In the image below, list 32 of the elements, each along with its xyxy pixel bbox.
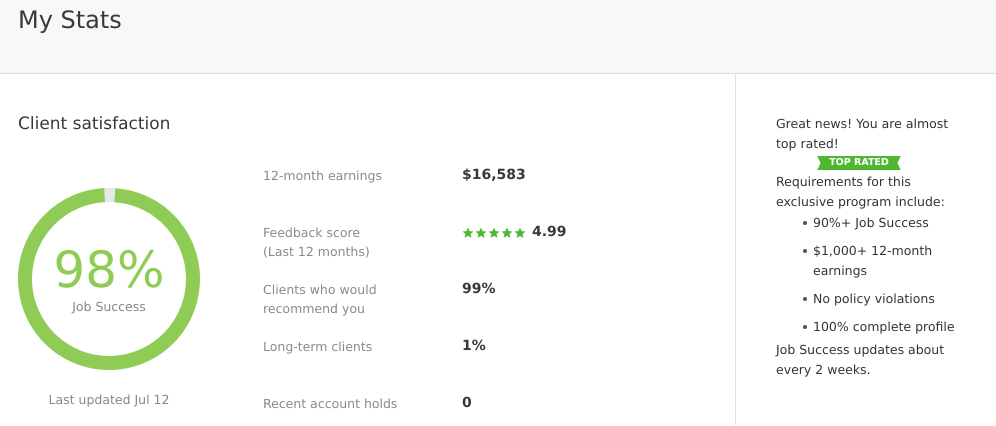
stat-label: Long-term clients [263,338,374,356]
stat-value: 0 [462,394,472,413]
requirements-heading: Requirements for this exclusive program include: [776,173,946,211]
stat-value: 99% [462,280,496,299]
intro-text: Great news! You are almost top rated! [776,115,950,153]
requirement-text: $1,000+ 12-month earnings [813,242,934,280]
star-icon [501,226,513,238]
star-icon [488,226,500,238]
star-icon [514,226,526,238]
section-heading: Client satisfaction [18,114,172,134]
stat-label: 12-month earnings [263,167,383,185]
bullet-icon [803,296,807,300]
stat-label: Clients who would recommend you [263,281,378,318]
requirement-text: No policy violations [813,290,935,308]
stat-label: Recent account holds [263,395,398,413]
requirement-text: 100% complete profile [813,318,955,336]
stat-label: Feedback score (Last 12 months) [263,224,371,261]
page-title: My Stats [18,6,123,34]
bullet-icon [803,324,807,328]
top-rated-badge: TOP RATED [817,156,901,170]
stat-value: 4.99 [532,223,567,242]
job-success-label: Job Success [72,298,146,314]
requirement-text: 90%+ Job Success [813,214,929,232]
bullet-icon [803,249,807,253]
update-note: Job Success updates about every 2 weeks. [776,341,946,379]
job-success-value: 98% [53,244,165,294]
star-icon [462,226,474,238]
last-updated-text: Last updated Jul 12 [48,392,170,407]
stat-value: 1% [462,337,486,356]
bullet-icon [803,221,807,225]
stat-value: $16,583 [462,166,526,185]
star-icon [475,226,487,238]
